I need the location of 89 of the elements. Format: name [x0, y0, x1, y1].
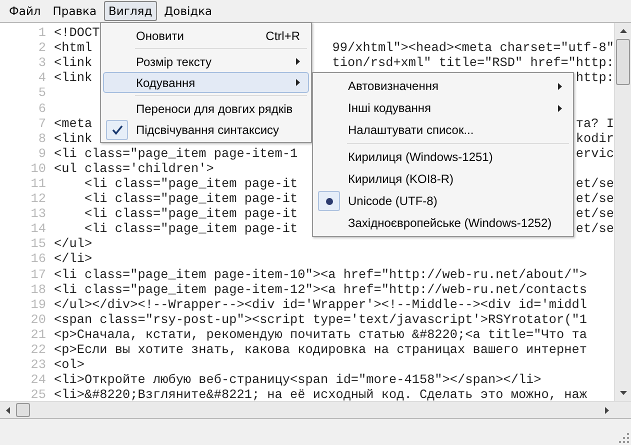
submenu-arrow-icon [296, 58, 300, 65]
code-line: et/se [576, 191, 614, 206]
scrollbar-thumb[interactable] [16, 403, 30, 417]
resize-grip-icon[interactable] [619, 433, 629, 443]
code-line: <link [54, 130, 92, 146]
menu-item[interactable]: Підсвічування синтаксису [103, 119, 309, 140]
code-line: http: [576, 70, 614, 86]
left-arrow-icon[interactable] [6, 406, 10, 414]
line-number: 9 [37, 146, 47, 161]
right-arrow-icon[interactable] [605, 406, 609, 414]
vertical-scrollbar[interactable] [614, 23, 631, 401]
down-arrow-icon[interactable] [620, 391, 626, 395]
submenu-arrow-icon [558, 104, 562, 112]
code-line: tion/rsd+xml" title="RSD" href="http: [332, 55, 614, 70]
line-number: 20 [30, 312, 47, 327]
line-number: 19 [30, 296, 47, 312]
code-line: <li class="page_item page-item-12"><a href="http://web-ru.net/contacts [54, 282, 587, 297]
line-number: 25 [30, 387, 47, 402]
menu-item[interactable]: Розмір тексту [103, 51, 309, 72]
submenu-arrow-icon [558, 82, 562, 90]
menu-bar-item[interactable]: Довідка [159, 1, 218, 21]
code-line: <p>Сначала, кстати, рекомендую почитать статью &#8220;<a title="Что та [54, 326, 587, 342]
code-line: <li class="page_item page-it [83, 221, 298, 236]
menu-item[interactable]: Автовизначення [315, 75, 571, 97]
checkmark-icon [112, 124, 122, 134]
code-line: <span class="rsy-post-up"><script type='text/javascript'>RSYrotator("1 [54, 312, 587, 327]
radio-dot-icon [326, 198, 332, 204]
line-number: 6 [37, 100, 47, 116]
line-number: 24 [30, 372, 47, 388]
code-line: </ul></div><!--Wrapper--><div id='Wrapper'><!--Middle--><div id='middl [54, 296, 587, 312]
code-line: et/se [576, 206, 614, 222]
code-line: </li> [54, 251, 92, 266]
code-line: et/se [576, 221, 614, 236]
line-number: 14 [30, 221, 47, 236]
line-number: 10 [30, 160, 47, 176]
code-line: <li>&#8220;Взгляните&#8221; на её исходный код. Сделать это можно, наж [54, 387, 587, 402]
code-line: <li class="page_item page-it [83, 176, 298, 191]
code-line: <li class="page_item page-it [83, 191, 298, 206]
line-number: 4 [37, 70, 47, 86]
menu-bar-item[interactable]: Правка [48, 1, 102, 21]
line-number: 3 [37, 55, 47, 70]
code-line: <ul class='children'> [54, 160, 214, 176]
code-line: <p>Если вы хотите знать, какова кодировка на страницах вашего интернет [54, 342, 587, 358]
line-number: 8 [37, 130, 47, 146]
code-line: <li>Откройте любую веб-страницу<span id="more-4158"></span></li> [54, 372, 542, 388]
scrollbar-thumb[interactable] [616, 39, 630, 85]
code-line: <li class="page_item page-item-10"><a href="http://web-ru.net/about/"> [54, 266, 587, 282]
submenu-arrow-icon [296, 79, 300, 86]
menu-item[interactable]: Західноєвропейське (Windows-1252) [315, 212, 571, 234]
line-number: 11 [30, 176, 47, 191]
code-line: <html [54, 40, 92, 56]
line-number: 7 [37, 116, 47, 131]
line-number: 18 [30, 282, 47, 297]
menu-bar-item[interactable]: Файл [4, 1, 46, 21]
code-line: <meta [54, 116, 92, 131]
line-number: 21 [30, 326, 47, 342]
code-line: ervic [576, 146, 614, 161]
line-number: 13 [30, 206, 47, 222]
code-line: </ul> [54, 236, 92, 252]
menu-item[interactable]: Кирилиця (KOI8-R) [315, 168, 571, 190]
line-number: 23 [30, 357, 47, 372]
line-number: 12 [30, 191, 47, 206]
code-line: et/se [576, 176, 614, 191]
line-number: 15 [30, 236, 47, 252]
menu-item[interactable]: Налаштувати список... [315, 119, 571, 141]
menu-item[interactable]: Інші кодування [315, 97, 571, 119]
code-line: 99/xhtml"><head><meta charset="utf-8" [332, 40, 614, 56]
horizontal-scrollbar[interactable] [0, 401, 631, 418]
line-number: 22 [30, 342, 47, 358]
up-arrow-icon[interactable] [620, 29, 626, 33]
line-number: 17 [30, 266, 47, 282]
menu-bar-item[interactable]: Вигляд [104, 1, 158, 21]
code-line: <ol> [54, 357, 84, 372]
line-number: 2 [37, 40, 47, 56]
code-line: <link [54, 70, 92, 86]
menu-item[interactable]: Unicode (UTF-8) [315, 190, 571, 212]
code-line: <li class="page_item page-it [83, 206, 298, 222]
code-line: та? I [576, 116, 614, 131]
code-line: <li class="page_item page-item-1 [54, 146, 298, 161]
menu-item[interactable]: Оновити Ctrl+R [103, 25, 309, 46]
menu-item[interactable]: Кодування [103, 72, 309, 93]
line-number: 1 [37, 25, 47, 40]
code-line: <!DOCT [54, 25, 100, 40]
menu-item[interactable]: Кирилиця (Windows-1251) [315, 146, 571, 168]
line-number: 16 [30, 251, 47, 266]
line-number: 5 [37, 85, 47, 100]
code-line: kodir [576, 130, 614, 146]
code-line: <link [54, 55, 92, 70]
menu-item[interactable]: Переноси для довгих рядків [103, 98, 309, 119]
